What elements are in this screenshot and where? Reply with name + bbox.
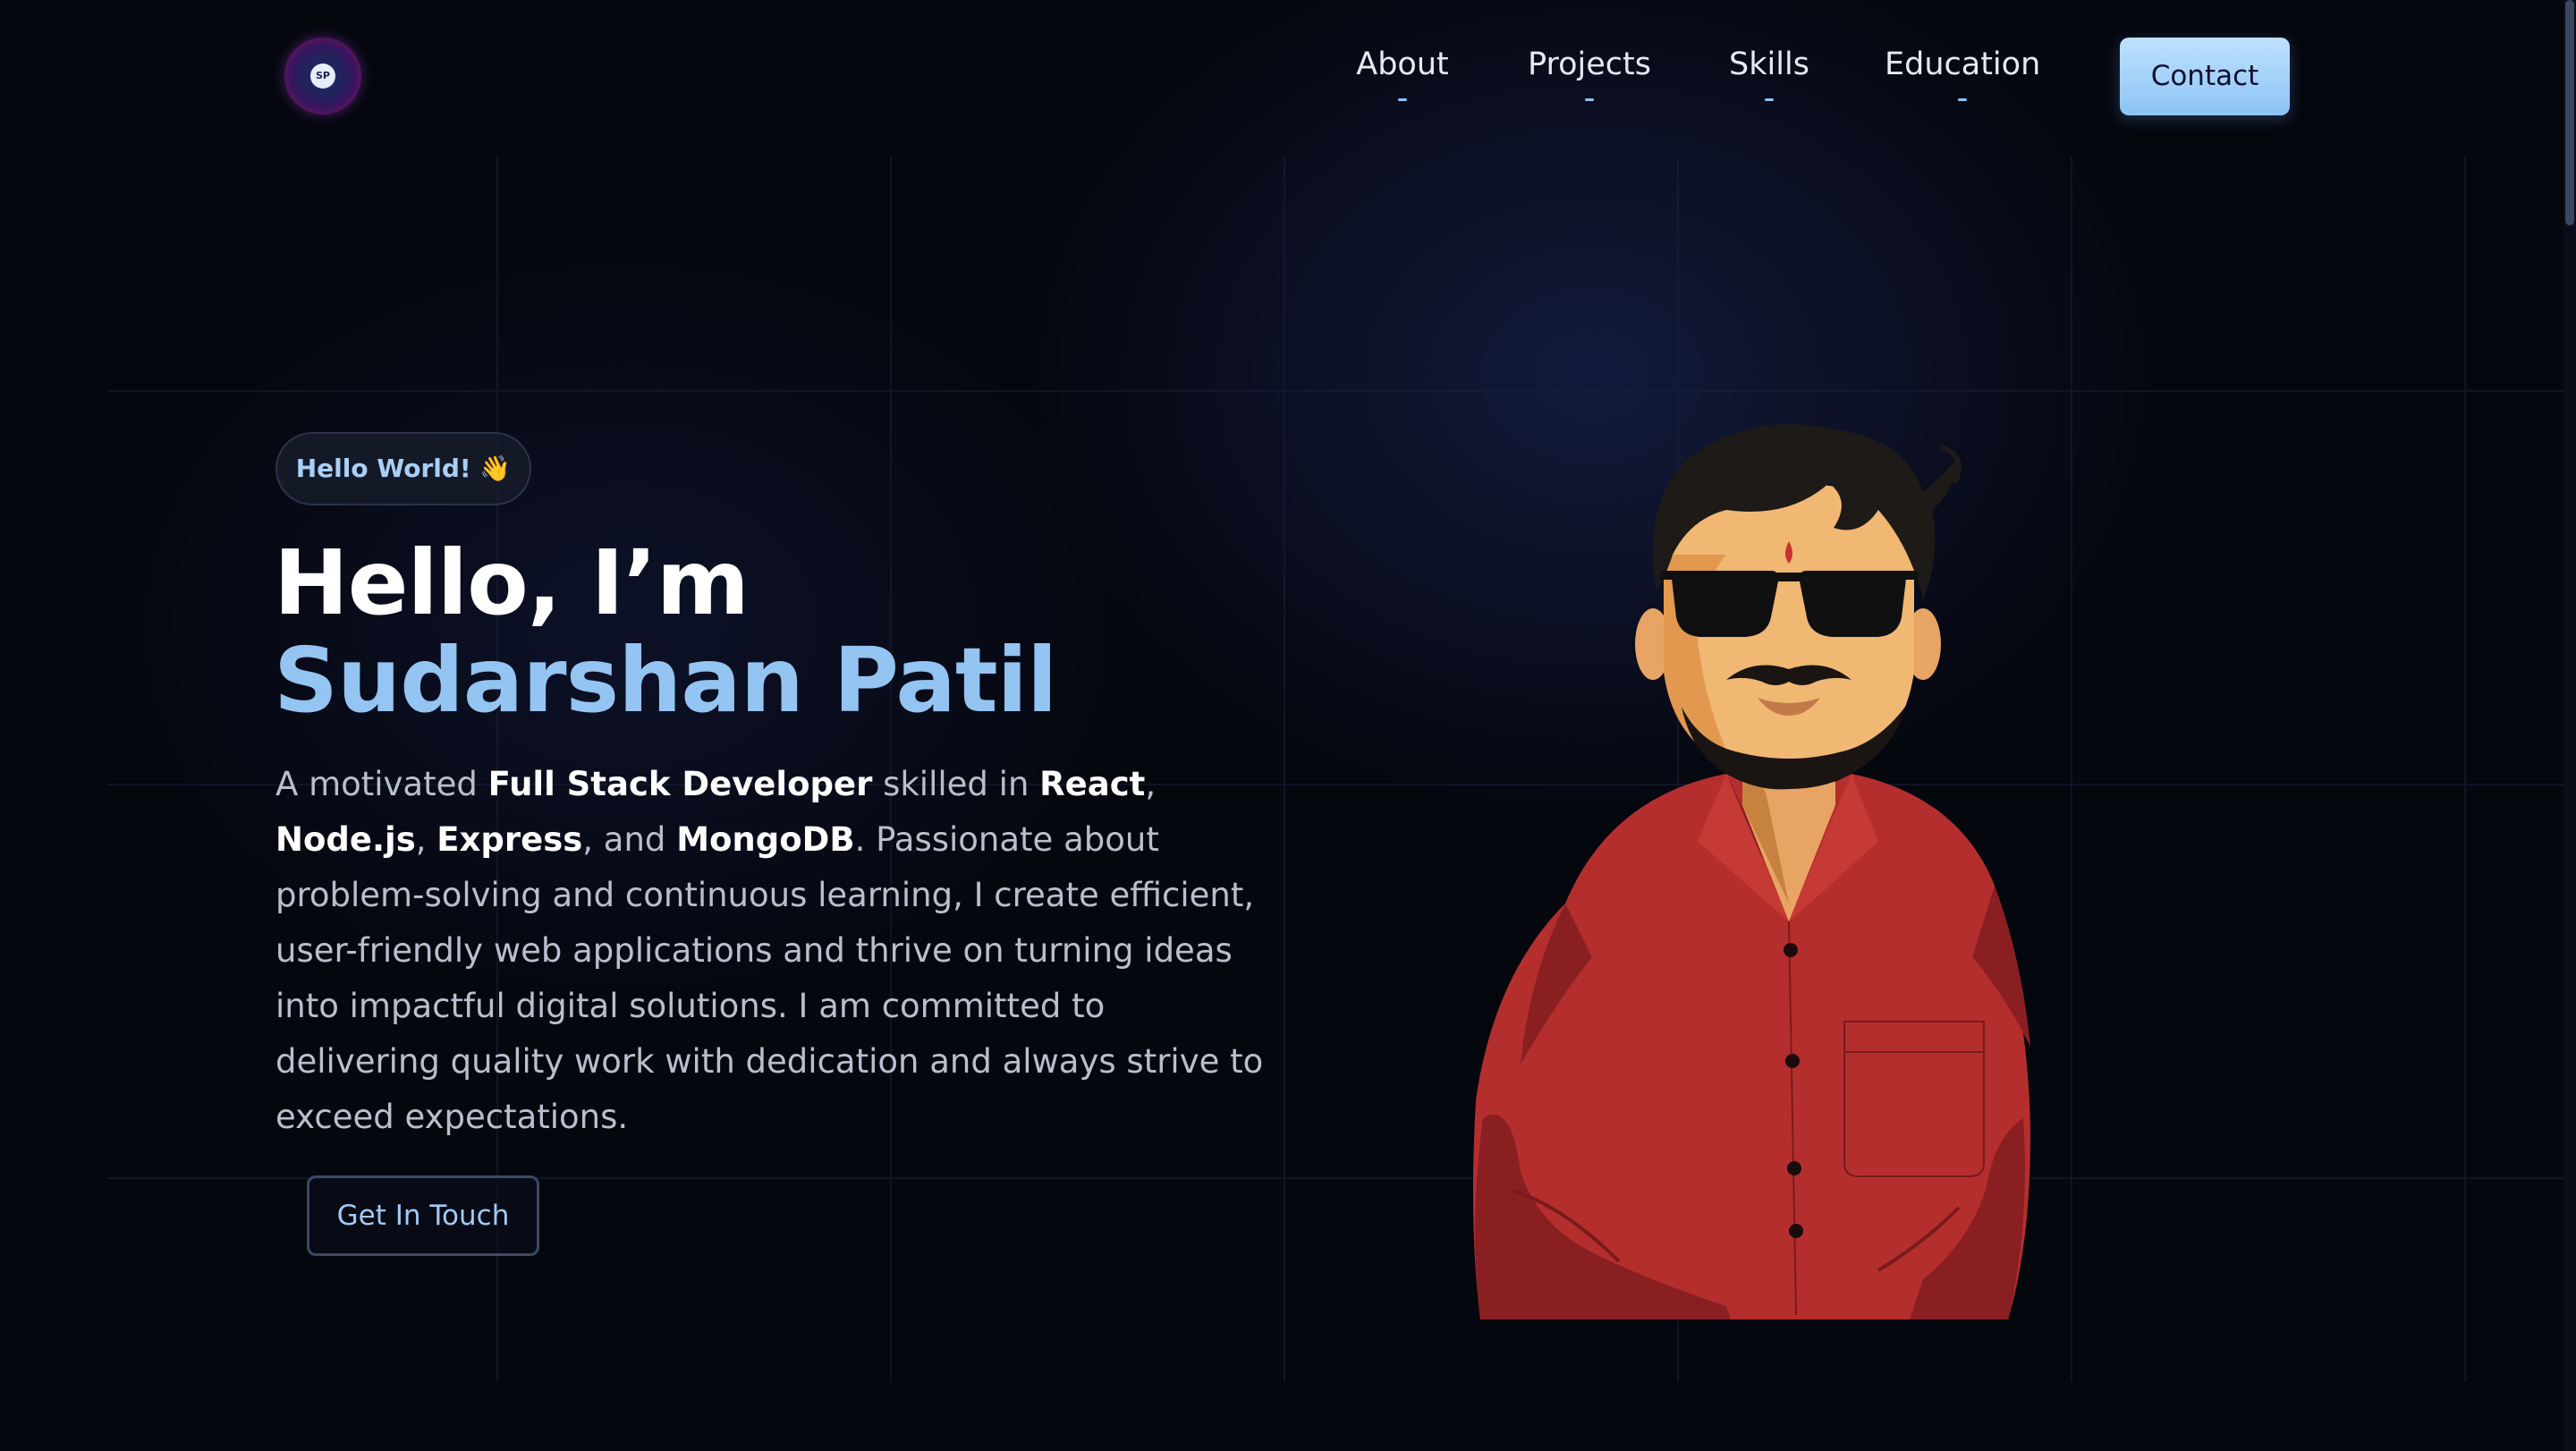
- nav-projects-label: Projects: [1528, 47, 1651, 82]
- desc-text-2: skilled in: [872, 765, 1040, 803]
- desc-text-1: A motivated: [275, 765, 488, 803]
- sp-logo-icon[interactable]: SP: [284, 38, 361, 115]
- desc-skill-mongodb: MongoDB: [676, 820, 855, 859]
- nav-education-indicator: [1958, 98, 1967, 101]
- desc-skill-react: React: [1039, 765, 1146, 803]
- desc-skill-node: Node.js: [275, 820, 416, 859]
- nav-about-label: About: [1356, 47, 1449, 82]
- hero-name: Sudarshan Patil: [274, 628, 1057, 733]
- logo-text: SP: [310, 64, 335, 89]
- sunglasses-icon: [1671, 571, 1779, 637]
- desc-skill-express: Express: [436, 820, 583, 859]
- developer-avatar-illustration: [1472, 424, 2030, 1319]
- site-header: SP About Projects Skills Education Conta…: [0, 0, 2563, 152]
- portfolio-page: SP About Projects Skills Education Conta…: [0, 0, 2576, 1451]
- page-scrollbar-thumb[interactable]: [2565, 0, 2574, 225]
- desc-text-3: . Passionate about problem-solving and c…: [275, 820, 1264, 1136]
- nav-skills-label: Skills: [1729, 47, 1809, 82]
- nav-skills-indicator: [1765, 98, 1774, 101]
- nav-about-indicator: [1398, 98, 1407, 101]
- desc-sep-3: , and: [582, 820, 677, 859]
- nav-about[interactable]: About: [1355, 47, 1450, 101]
- nav-education-label: Education: [1885, 47, 2041, 82]
- nav-projects[interactable]: Projects: [1527, 47, 1652, 101]
- hello-world-badge: Hello World! 👋: [275, 432, 531, 505]
- nav-projects-indicator: [1585, 98, 1594, 101]
- desc-role: Full Stack Developer: [487, 765, 873, 803]
- get-in-touch-button[interactable]: Get In Touch: [307, 1175, 539, 1256]
- desc-sep-1: ,: [1145, 765, 1157, 803]
- contact-button[interactable]: Contact: [2120, 38, 2290, 115]
- desc-sep-2: ,: [415, 820, 437, 859]
- hero-greeting: Hello, I’m: [274, 530, 750, 635]
- nav-skills[interactable]: Skills: [1729, 47, 1809, 101]
- nav-education[interactable]: Education: [1885, 47, 2040, 101]
- hero-description: A motivated Full Stack Developer skilled…: [275, 757, 1277, 1145]
